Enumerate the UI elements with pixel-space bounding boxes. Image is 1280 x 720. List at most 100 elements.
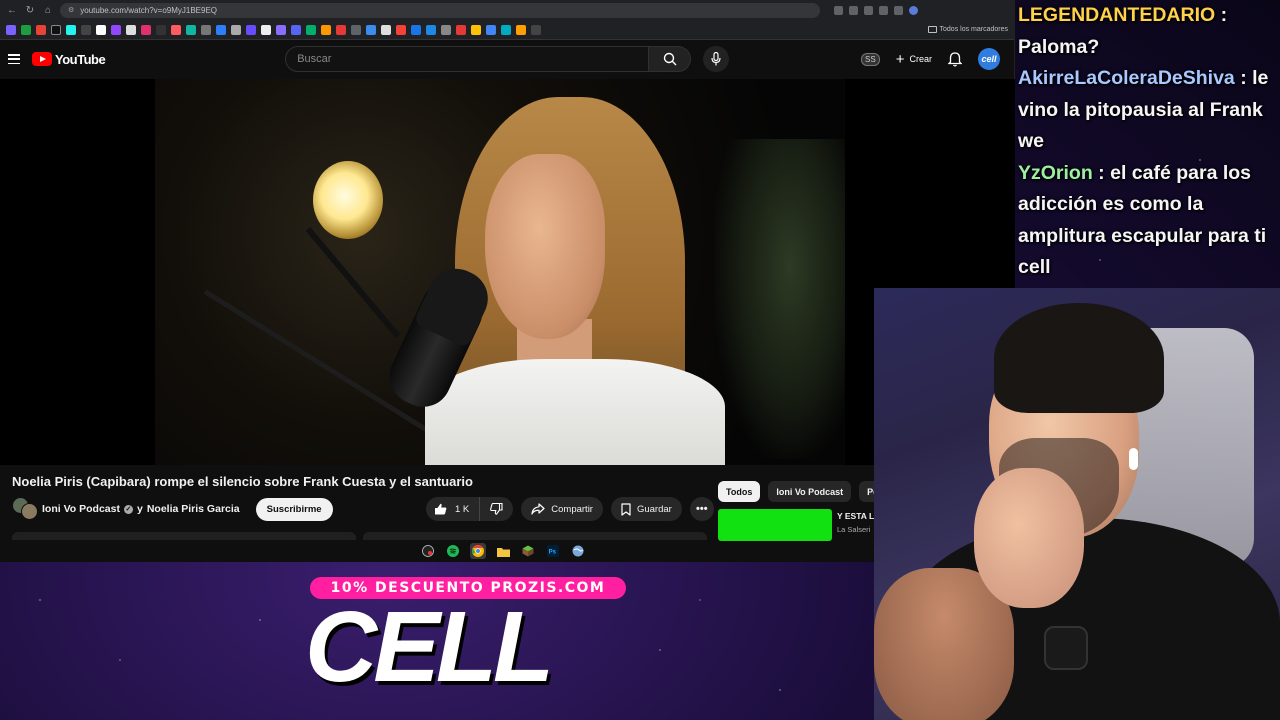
chat-username[interactable]: AkirreLaColeraDeShiva <box>1018 67 1235 89</box>
back-icon[interactable]: ← <box>6 5 18 16</box>
bookmark-icon[interactable] <box>351 24 361 35</box>
chip-channel[interactable]: Ioni Vo Podcast <box>768 481 852 502</box>
extensions-area <box>834 5 918 15</box>
bookmark-icon[interactable] <box>156 24 166 35</box>
search-button[interactable] <box>649 46 692 72</box>
bookmark-icon[interactable] <box>141 24 151 35</box>
header-actions: SS + Crear cell <box>861 48 1000 70</box>
bookmark-icon[interactable] <box>486 24 496 35</box>
like-button[interactable]: 1 K <box>426 497 481 521</box>
voice-search-button[interactable] <box>703 46 730 72</box>
create-button[interactable]: + Crear <box>896 51 932 68</box>
bookmark-icon[interactable] <box>111 24 121 35</box>
extension-icon[interactable] <box>864 5 873 15</box>
bookmark-icon[interactable] <box>381 24 391 35</box>
file-explorer-icon[interactable] <box>495 543 511 559</box>
bookmarks-bar: Todos los marcadores <box>0 20 1014 40</box>
like-count: 1 K <box>455 503 470 515</box>
share-icon <box>531 503 545 515</box>
create-label: Crear <box>909 54 932 64</box>
photoshop-icon[interactable]: Ps <box>545 543 561 559</box>
youtube-logo[interactable]: YouTube <box>32 52 106 67</box>
video-player[interactable] <box>0 79 1015 465</box>
smartwatch <box>1044 626 1088 670</box>
channel-names[interactable]: Ioni Vo Podcast ✓ y Noelia Piris Garcia <box>42 503 240 515</box>
chip-all[interactable]: Todos <box>718 481 761 502</box>
more-actions-icon[interactable]: ••• <box>689 497 714 521</box>
address-bar[interactable]: ⚙ youtube.com/watch?v=o9MyJ1BE9EQ <box>60 2 820 18</box>
bookmark-icon[interactable] <box>531 24 541 35</box>
bookmark-icon[interactable] <box>246 24 256 35</box>
folder-glyph <box>496 547 510 557</box>
bookmark-icon[interactable] <box>426 24 436 35</box>
bookmark-icon[interactable] <box>6 24 16 35</box>
app-icon[interactable] <box>570 543 586 559</box>
youtube-header: YouTube SS + Crear cell <box>0 40 1014 78</box>
bookmark-icon[interactable] <box>126 24 136 35</box>
guest-shirt <box>425 359 725 465</box>
bookmark-icon[interactable] <box>276 24 286 35</box>
subscribe-button[interactable]: Suscribirme <box>255 497 333 521</box>
studio-lamp <box>313 161 383 239</box>
bookmark-icon[interactable] <box>306 24 316 35</box>
channel-avatars[interactable] <box>12 497 38 521</box>
notifications-bell-icon[interactable] <box>948 51 962 67</box>
description-box[interactable] <box>12 532 356 540</box>
bookmark-icon[interactable] <box>441 24 451 35</box>
bookmark-icon[interactable] <box>321 24 331 35</box>
chat-username[interactable]: LEGENDANTEDARIO <box>1018 4 1215 26</box>
ss-badge[interactable]: SS <box>861 52 880 66</box>
minecraft-icon[interactable] <box>520 543 536 559</box>
extension-icon[interactable] <box>909 5 918 15</box>
recommendation-title[interactable]: Y ESTA L <box>837 511 877 521</box>
extension-icon[interactable] <box>894 5 903 15</box>
chat-username[interactable]: YzOrion <box>1018 162 1093 184</box>
all-bookmarks-folder[interactable]: Todos los marcadores <box>927 26 1008 33</box>
recommendation-thumbnail[interactable] <box>718 509 832 541</box>
bookmark-icon[interactable] <box>21 24 31 35</box>
extension-icon[interactable] <box>834 5 843 15</box>
recommendation-channel[interactable]: La Salseri <box>837 525 877 534</box>
extension-icon[interactable] <box>879 5 888 15</box>
obs-icon[interactable] <box>420 543 436 559</box>
bookmark-icon[interactable] <box>51 24 61 35</box>
account-avatar[interactable]: cell <box>978 48 1000 70</box>
bookmark-icon[interactable] <box>336 24 346 35</box>
save-button[interactable]: Guardar <box>610 497 682 521</box>
plus-icon: + <box>895 50 905 68</box>
home-icon[interactable]: ⌂ <box>42 5 54 16</box>
bookmark-icon[interactable] <box>396 24 406 35</box>
bookmark-icon[interactable] <box>171 24 181 35</box>
bookmark-icon[interactable] <box>501 24 511 35</box>
bookmarks-folder-label: Todos los marcadores <box>939 26 1008 33</box>
extension-icon[interactable] <box>849 5 858 15</box>
spotify-icon[interactable] <box>445 543 461 559</box>
menu-icon[interactable] <box>8 54 20 64</box>
like-dislike-group: 1 K <box>426 497 514 521</box>
share-button[interactable]: Compartir <box>521 497 603 521</box>
dislike-button[interactable] <box>480 497 513 521</box>
bookmark-icon[interactable] <box>81 24 91 35</box>
search-input[interactable] <box>285 46 650 72</box>
bookmark-icon[interactable] <box>96 24 106 35</box>
bookmark-icon[interactable] <box>516 24 526 35</box>
comments-box[interactable] <box>363 532 707 540</box>
bookmark-icon[interactable] <box>411 24 421 35</box>
bookmark-icon[interactable] <box>231 24 241 35</box>
collaborator-name[interactable]: Noelia Piris Garcia <box>147 503 240 515</box>
bookmark-icon[interactable] <box>456 24 466 35</box>
bookmark-icon[interactable] <box>471 24 481 35</box>
bookmark-icon[interactable] <box>261 24 271 35</box>
chrome-icon[interactable] <box>470 543 486 559</box>
bookmark-icon[interactable] <box>36 24 46 35</box>
bookmark-icon[interactable] <box>186 24 196 35</box>
bookmark-icon[interactable] <box>216 24 226 35</box>
bookmark-icon[interactable] <box>366 24 376 35</box>
bookmark-icon[interactable] <box>201 24 211 35</box>
reload-icon[interactable]: ↻ <box>24 5 36 16</box>
bookmark-icon[interactable] <box>66 24 76 35</box>
site-info-icon[interactable]: ⚙ <box>68 6 74 14</box>
channel-name[interactable]: Ioni Vo Podcast <box>42 503 120 515</box>
bookmark-icon[interactable] <box>291 24 301 35</box>
grass-block-glyph <box>522 545 534 557</box>
